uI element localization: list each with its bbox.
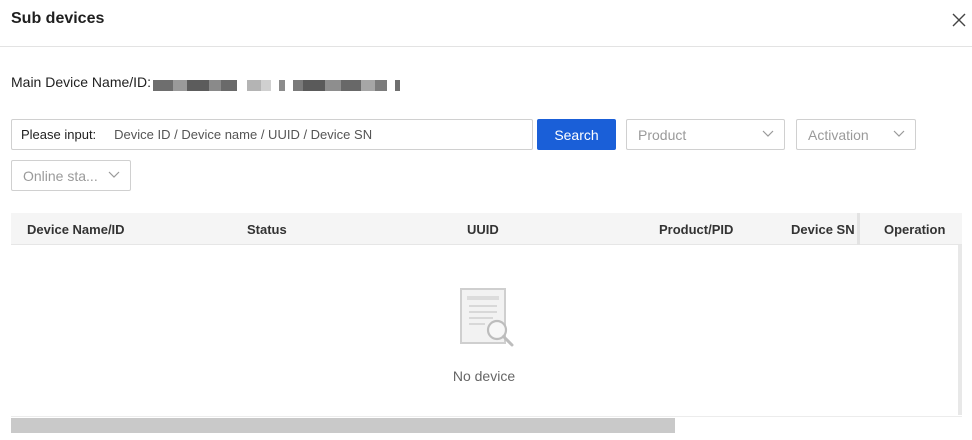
dialog-header: Sub devices xyxy=(0,0,972,47)
chevron-down-icon xyxy=(108,171,120,178)
online-status-select[interactable]: Online sta... xyxy=(11,160,131,191)
chevron-down-icon xyxy=(893,130,905,137)
horizontal-scrollbar[interactable] xyxy=(11,418,675,433)
dialog-title: Sub devices xyxy=(11,10,105,27)
activation-select[interactable]: Activation xyxy=(796,119,916,150)
redacted-device-id xyxy=(153,77,401,92)
column-header-operation: Operation xyxy=(884,222,946,237)
fixed-column-shadow xyxy=(958,245,962,415)
close-icon[interactable] xyxy=(950,11,968,29)
table-header: Device Name/ID Status UUID Product/PID D… xyxy=(11,213,962,245)
product-select-placeholder: Product xyxy=(638,126,687,143)
search-button[interactable]: Search xyxy=(537,119,616,150)
column-header-device-name: Device Name/ID xyxy=(27,222,125,237)
column-header-status: Status xyxy=(247,222,287,237)
column-header-uuid: UUID xyxy=(467,222,499,237)
operation-column-header: Operation xyxy=(857,213,962,245)
activation-select-placeholder: Activation xyxy=(808,126,869,143)
empty-state-text: No device xyxy=(452,368,516,384)
product-select[interactable]: Product xyxy=(626,119,785,150)
chevron-down-icon xyxy=(762,130,774,137)
search-label: Please input: xyxy=(21,127,97,142)
column-header-product-pid: Product/PID xyxy=(659,222,734,237)
empty-document-search-icon xyxy=(460,288,514,347)
main-device-row: Main Device Name/ID: xyxy=(11,74,401,92)
online-status-select-placeholder: Online sta... xyxy=(23,167,98,184)
search-field[interactable]: Please input: xyxy=(11,119,533,150)
main-device-label: Main Device Name/ID: xyxy=(11,74,152,90)
column-header-device-sn: Device SN xyxy=(791,222,855,237)
search-input[interactable] xyxy=(114,127,505,142)
sub-devices-dialog: Sub devices Main Device Name/ID: Please … xyxy=(0,0,972,440)
